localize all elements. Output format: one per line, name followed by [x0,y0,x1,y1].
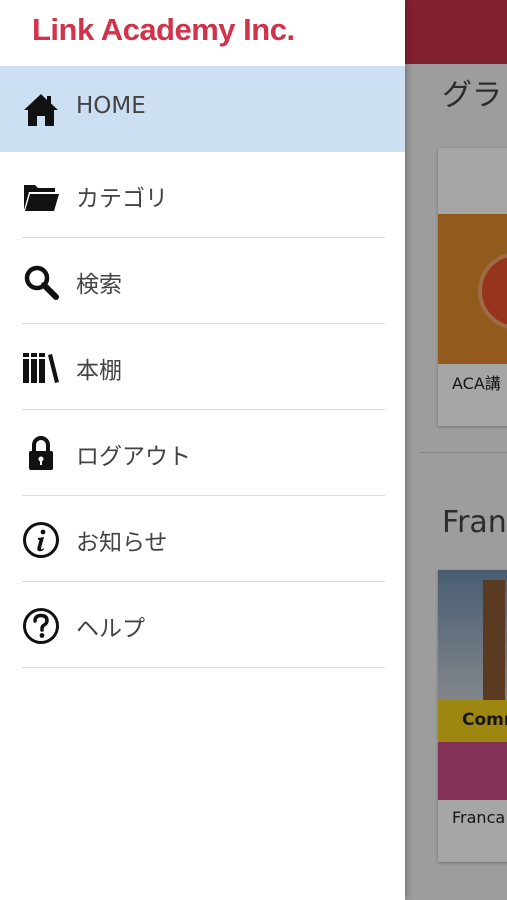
drawer-item-news[interactable]: お知らせ [0,496,405,582]
drawer-item-label: HOME [76,93,146,119]
drawer-item-label: ログアウト [76,444,191,470]
drawer-item-label: カテゴリ [76,186,168,212]
app-logo: Link Academy Inc. [32,12,295,47]
logo-header: Link Academy Inc. [0,0,405,66]
drawer-item-category[interactable]: カテゴリ [0,152,405,238]
drawer-item-label: 検索 [76,272,122,298]
divider [22,667,385,668]
drawer-item-help[interactable]: ヘルプ [0,582,405,668]
drawer-item-search[interactable]: 検索 [0,238,405,324]
drawer-item-label: ヘルプ [76,616,145,642]
bookshelf-icon [23,353,59,383]
drawer-item-home[interactable]: HOME [0,66,405,152]
drawer-item-label: 本棚 [76,358,122,384]
folder-icon [24,185,59,211]
drawer-item-logout[interactable]: ログアウト [0,410,405,496]
home-icon [24,94,58,126]
navigation-drawer: Link Academy Inc. HOME カテゴリ 検索 本棚 ログアウト … [0,0,405,900]
search-icon [24,265,59,300]
lock-icon [29,436,53,470]
drawer-item-bookshelf[interactable]: 本棚 [0,324,405,410]
info-icon [23,522,59,558]
help-icon [23,608,59,644]
drawer-item-label: お知らせ [76,530,168,556]
